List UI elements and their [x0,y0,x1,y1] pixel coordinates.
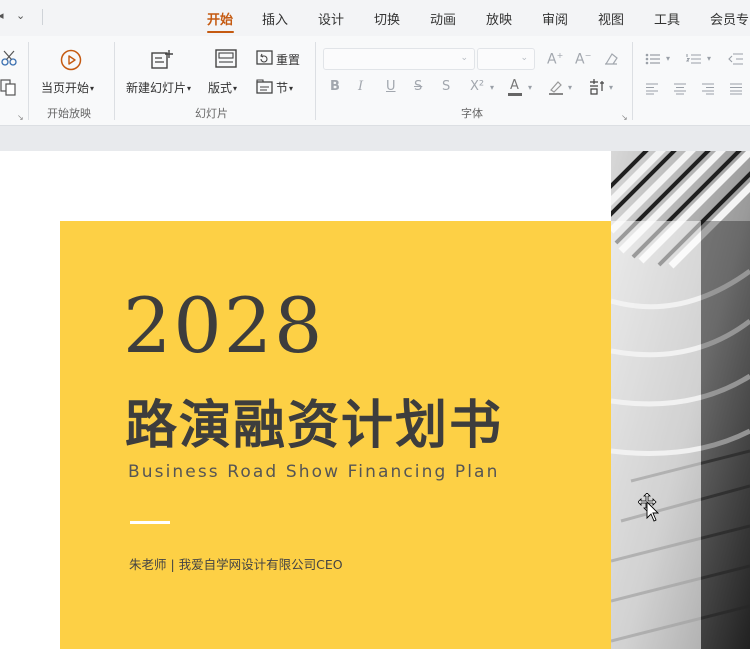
align-center-icon[interactable] [673,83,687,95]
tab-design[interactable]: 设计 [318,9,344,28]
play-from-current-label: 当页开始 [41,81,90,95]
tab-transitions[interactable]: 切换 [374,9,400,28]
photo-overlay [611,221,701,649]
canvas-background [0,126,750,151]
numbered-list-icon[interactable] [686,53,702,65]
phonetic-guide-icon[interactable] [588,78,606,96]
decrease-font-size-icon[interactable]: A− [575,51,591,68]
tab-member[interactable]: 会员专 [710,9,749,28]
move-cursor-icon [638,493,660,522]
layout-button[interactable]: 版式▾ [208,79,237,96]
increase-font-size-icon[interactable]: A+ [547,51,563,68]
new-slide-label: 新建幻灯片 [126,81,187,95]
dropdown-arrow-icon[interactable]: ▾ [568,83,572,92]
strikethrough-icon[interactable]: S [414,79,422,94]
section-icon[interactable] [256,79,273,95]
chevron-down-icon: ⌄ [460,53,468,63]
slide-subtitle[interactable]: Business Road Show Financing Plan [128,462,499,482]
play-from-current-button[interactable]: 当页开始▾ [41,79,94,96]
highlight-icon[interactable] [548,79,564,95]
dropdown-arrow-icon[interactable]: ▾ [528,83,532,92]
ribbon-divider [28,42,29,120]
copy-icon[interactable] [0,78,18,96]
cut-icon[interactable] [0,49,18,67]
layout-label: 版式 [208,81,233,95]
reset-button[interactable]: 重置 [276,51,300,68]
justify-icon[interactable] [729,83,743,95]
font-name-select[interactable]: ⌄ [323,48,475,70]
align-left-icon[interactable] [645,83,659,95]
dropdown-arrow-icon[interactable]: ▾ [666,54,670,63]
quick-access-chevron-icon[interactable]: ⌄ [16,9,25,22]
section-button[interactable]: 节▾ [276,79,293,96]
new-slide-button[interactable]: 新建幻灯片▾ [126,79,191,96]
group-label-slideshow: 开始放映 [47,107,91,120]
text-shadow-icon[interactable]: S [442,79,450,94]
tab-animations[interactable]: 动画 [430,9,456,28]
menu-bar: ◂ ⌄ 开始 插入 设计 切换 动画 放映 审阅 视图 工具 会员专 [0,0,750,36]
decrease-indent-icon[interactable] [728,53,744,65]
play-from-current-icon[interactable] [60,49,82,71]
tab-view[interactable]: 视图 [598,9,624,28]
tab-slideshow[interactable]: 放映 [486,9,512,28]
ribbon-divider [315,42,316,120]
new-slide-icon[interactable] [150,49,174,71]
dropdown-arrow-icon[interactable]: ▾ [490,83,494,92]
underline-icon[interactable]: U [386,79,396,94]
italic-icon[interactable]: I [358,79,363,94]
tab-review[interactable]: 审阅 [542,9,568,28]
ribbon-divider [114,42,115,120]
font-launcher-icon[interactable]: ↘ [621,113,628,122]
dropdown-arrow-icon: ▾ [90,84,95,93]
align-right-icon[interactable] [701,83,715,95]
presenter-line[interactable]: 朱老师 | 我爱自学网设计有限公司CEO [129,554,343,573]
ribbon-divider [632,42,633,120]
group-label-slides: 幻灯片 [195,107,228,120]
menu-divider [42,9,43,25]
reset-icon[interactable] [256,50,273,66]
dropdown-arrow-icon[interactable]: ▾ [707,54,711,63]
slide-title[interactable]: 路演融资计划书 [125,383,503,458]
tab-insert[interactable]: 插入 [262,9,288,28]
font-size-select[interactable]: ⌄ [477,48,535,70]
group-label-font: 字体 [461,107,483,120]
chevron-down-icon: ⌄ [520,53,528,63]
tab-tools[interactable]: 工具 [654,9,680,28]
active-tab-indicator [207,31,234,33]
superscript-icon[interactable]: X² [470,79,484,94]
tab-home[interactable]: 开始 [207,9,233,28]
ribbon: ↘ 当页开始▾ 开始放映 新建幻灯片▾ 版式▾ 重置 节▾ 幻灯片 ⌄ ⌄ A+ [0,36,750,126]
quick-access-arrow-icon[interactable]: ◂ [0,9,4,22]
clear-format-icon[interactable] [603,52,619,66]
font-color-swatch [508,93,522,96]
dropdown-arrow-icon[interactable]: ▾ [609,83,613,92]
year-heading[interactable]: 2028 [123,281,324,370]
font-color-icon[interactable]: A [510,78,519,93]
slide-canvas[interactable]: 2028 路演融资计划书 Business Road Show Financin… [0,151,750,649]
section-label: 节 [276,81,289,95]
dropdown-arrow-icon: ▾ [187,84,192,93]
dropdown-arrow-icon: ▾ [289,84,294,93]
dropdown-arrow-icon: ▾ [233,84,238,93]
bold-icon[interactable]: B [330,79,340,94]
layout-icon[interactable] [215,49,237,69]
bullet-list-icon[interactable] [645,53,661,65]
clipboard-launcher-icon[interactable]: ↘ [17,113,24,122]
accent-divider [130,521,170,524]
